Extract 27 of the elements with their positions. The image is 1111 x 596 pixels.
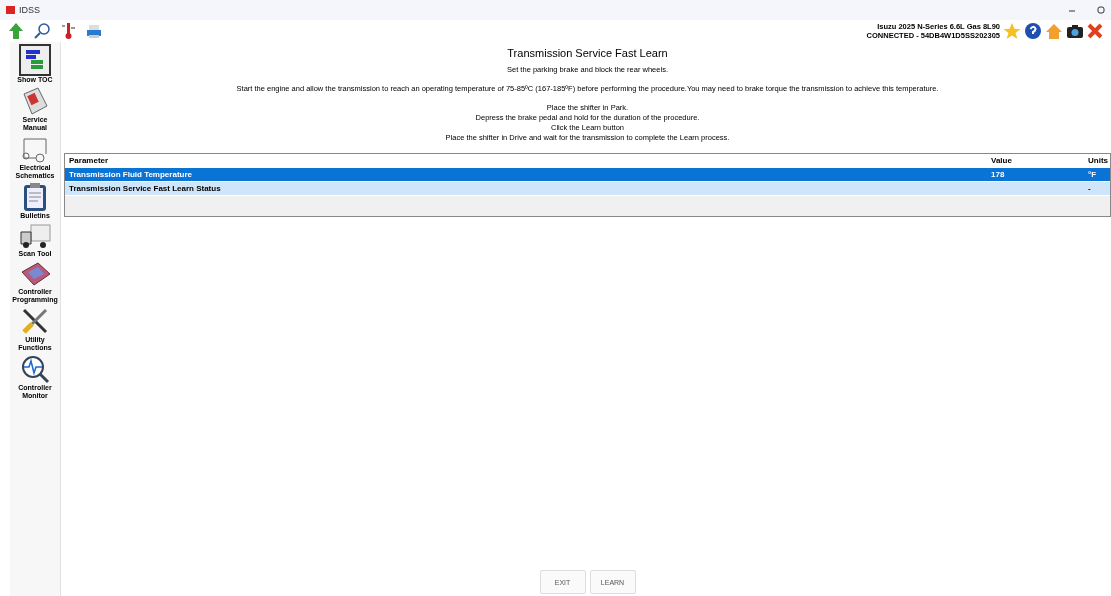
up-arrow-icon[interactable] (8, 22, 24, 40)
wrench-screwdriver-icon (20, 306, 50, 336)
restore-icon[interactable] (1097, 6, 1105, 14)
camera-icon[interactable] (1066, 23, 1084, 39)
table-cell-text: °F (1087, 170, 1098, 179)
truck-icon (19, 222, 51, 250)
search-icon[interactable] (34, 23, 50, 39)
table-row[interactable]: Transmission Service Fast Learn Status - (65, 182, 1110, 196)
column-header: Parameter (68, 156, 110, 165)
star-icon[interactable] (1003, 22, 1021, 40)
procedure-title: Transmission Service Fast Learn (506, 47, 669, 59)
column-header: Units (1087, 156, 1109, 165)
window-title: IDSS (19, 5, 40, 15)
help-icon[interactable] (1024, 22, 1042, 40)
table-cell-text: - (1087, 184, 1092, 193)
book-icon (20, 86, 50, 116)
table-cell-text: 178 (990, 170, 1006, 179)
thermometer-icon[interactable] (60, 22, 76, 40)
table-cell-text: Transmission Service Fast Learn Status (68, 184, 222, 193)
close-icon[interactable] (1087, 23, 1103, 39)
printer-icon[interactable] (86, 23, 102, 39)
column-header: Value (990, 156, 1013, 165)
table-cell-text: Transmission Fluid Temperature (68, 170, 193, 179)
clipboard-icon (22, 182, 48, 212)
table-row[interactable]: Transmission Fluid Temperature 178 °F (65, 168, 1110, 182)
waveform-magnifier-icon (20, 354, 50, 384)
app-logo-icon (6, 6, 15, 14)
